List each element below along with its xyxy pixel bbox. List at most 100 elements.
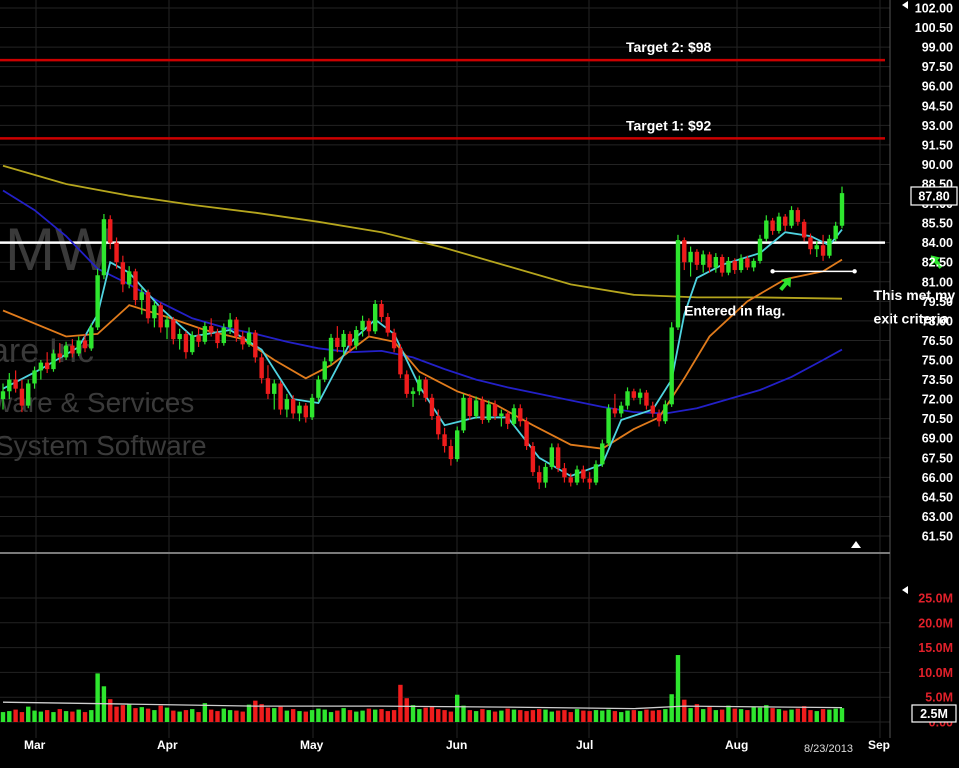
candle-down: [745, 258, 750, 268]
volume-bar: [757, 707, 763, 722]
volume-bar: [619, 712, 624, 722]
volume-bar: [454, 694, 460, 722]
candle-down: [518, 408, 523, 422]
volume-bar: [221, 708, 226, 722]
volume-bar: [789, 709, 794, 722]
candle-up: [89, 327, 94, 349]
candle-down: [808, 237, 813, 250]
volume-bar: [581, 710, 586, 722]
volume-bar: [511, 709, 517, 722]
volume-bar: [347, 710, 353, 722]
date-stamp: 8/23/2013: [804, 743, 853, 755]
price-tick-label: 93.00: [922, 119, 953, 133]
volume-bar: [284, 710, 290, 722]
candle-down: [505, 413, 510, 424]
candle-up: [461, 397, 466, 431]
candle-up: [713, 257, 719, 268]
candle-down: [183, 333, 189, 353]
candle-up: [328, 337, 334, 362]
volume-bar: [44, 710, 50, 722]
candle-up: [619, 405, 624, 414]
candle-up: [410, 391, 416, 394]
volume-bar: [265, 707, 271, 722]
candle-down: [436, 416, 441, 435]
volume-bar: [448, 711, 454, 722]
candle-up: [272, 383, 277, 394]
candle-down: [707, 254, 712, 268]
candle-down: [335, 337, 340, 347]
volume-bar: [663, 709, 668, 722]
volume-bar: [51, 712, 56, 722]
volume-bar: [63, 711, 69, 722]
candle-down: [480, 400, 485, 420]
volume-bar: [309, 710, 315, 722]
volume-bar: [82, 712, 88, 722]
volume-bar: [713, 710, 719, 722]
candle-up: [38, 362, 44, 371]
candle-down: [114, 242, 119, 263]
volume-bar: [795, 708, 801, 722]
price-tick-label: 94.50: [922, 99, 953, 113]
volume-bar: [316, 708, 321, 722]
last-price-box: 87.80: [910, 186, 958, 206]
candle-up: [164, 319, 170, 328]
volume-bar: [745, 710, 750, 722]
candle-up: [316, 379, 321, 398]
volume-bar: [145, 708, 151, 722]
date-label: 8/23/2013: [804, 743, 853, 755]
candle-down: [524, 421, 529, 447]
candle-down: [253, 332, 258, 358]
candle-down: [467, 397, 473, 417]
candle-up: [625, 391, 630, 406]
volume-bar: [335, 710, 340, 722]
volume-bar: [398, 684, 403, 722]
month-label: Aug: [725, 738, 748, 752]
volume-bar: [70, 711, 75, 722]
volume-bar: [183, 710, 189, 722]
candle-up: [227, 319, 233, 328]
candle-up: [126, 271, 132, 285]
candle-down: [158, 305, 163, 328]
volume-bar: [461, 705, 466, 722]
last-volume-value: 2.5M: [920, 707, 948, 721]
volume-bar: [808, 710, 813, 722]
price-tick-label: 61.50: [922, 530, 953, 544]
volume-bar: [360, 710, 365, 722]
candle-up: [309, 397, 315, 418]
candle-up: [757, 238, 763, 261]
candle-up: [669, 327, 674, 405]
price-tick-label: 81.00: [922, 275, 953, 289]
volume-bar: [372, 709, 378, 722]
volume-bar: [290, 709, 296, 722]
volume-bar: [814, 711, 819, 722]
candle-down: [278, 383, 283, 410]
volume-bar: [133, 708, 138, 722]
candle-down: [171, 319, 176, 340]
candle-down: [44, 362, 50, 370]
volume-bar: [593, 710, 599, 722]
volume-bar: [656, 710, 662, 722]
candle-down: [568, 477, 573, 483]
candle-down: [398, 348, 403, 375]
volume-bar: [385, 711, 391, 722]
last-volume-box: 2.5M: [911, 704, 957, 723]
volume-bar: [764, 705, 769, 722]
candle-up: [789, 210, 794, 226]
candle-down: [234, 319, 239, 337]
volume-bar: [354, 711, 359, 722]
candle-up: [360, 320, 365, 331]
volume-bar: [530, 710, 536, 722]
volume-bar: [783, 710, 788, 722]
candle-down: [70, 345, 75, 354]
volume-bar: [190, 709, 195, 722]
candle-up: [833, 225, 838, 239]
candle-down: [57, 353, 62, 358]
candle-up: [417, 379, 422, 392]
volume-bar: [688, 708, 693, 722]
volume-bar: [177, 711, 182, 722]
volume-bar: [379, 709, 384, 722]
volume-bar: [555, 710, 561, 722]
candle-up: [814, 245, 819, 250]
volume-bar: [480, 709, 485, 722]
candle-down: [682, 240, 687, 263]
